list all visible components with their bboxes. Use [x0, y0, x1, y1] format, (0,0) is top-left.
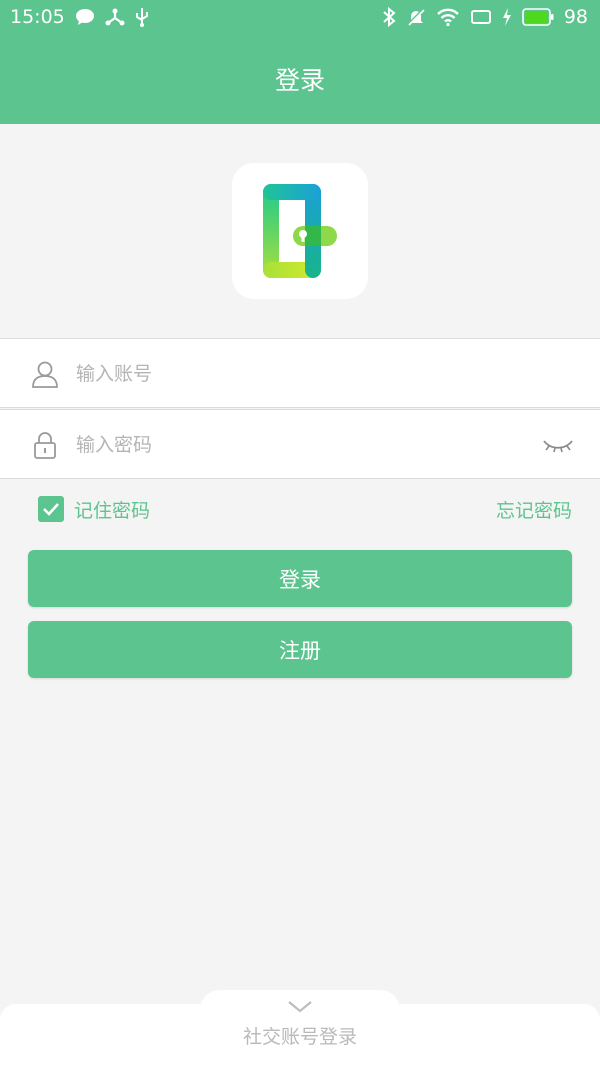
remember-password-toggle[interactable]: 记住密码: [38, 496, 150, 523]
wifi-icon: [436, 8, 460, 26]
password-field: [0, 409, 600, 479]
chat-bubble-icon: [75, 8, 95, 26]
remember-checkbox[interactable]: [38, 496, 64, 522]
check-icon: [43, 503, 59, 516]
screen-rotate-icon: [470, 8, 492, 26]
login-button[interactable]: 登录: [28, 550, 572, 607]
status-time: 15:05: [10, 6, 65, 28]
app-logo: [232, 163, 368, 299]
phone-key-logo-icon: [263, 184, 337, 278]
user-icon: [32, 361, 58, 388]
username-field: [0, 338, 600, 408]
forgot-password-link[interactable]: 忘记密码: [496, 496, 572, 523]
remember-row: 记住密码 忘记密码: [38, 495, 572, 523]
username-input[interactable]: [76, 354, 516, 394]
charging-icon: [502, 8, 512, 26]
bell-off-icon: [406, 7, 426, 27]
battery-level: 98: [563, 6, 588, 28]
eye-closed-icon[interactable]: [542, 438, 574, 454]
app-bar: 登录: [0, 34, 600, 124]
usb-icon: [135, 7, 149, 27]
register-button[interactable]: 注册: [28, 621, 572, 678]
status-bar: 15:05 98: [0, 0, 600, 34]
password-input[interactable]: [76, 425, 516, 465]
page-title: 登录: [274, 66, 325, 95]
battery-icon: [522, 8, 554, 26]
chevron-down-icon[interactable]: [285, 998, 315, 1016]
usb-debug-icon: [105, 7, 125, 27]
lock-icon: [34, 432, 56, 459]
bluetooth-icon: [382, 7, 396, 27]
remember-label: 记住密码: [74, 499, 151, 522]
social-login-label: 社交账号登录: [242, 1026, 357, 1048]
